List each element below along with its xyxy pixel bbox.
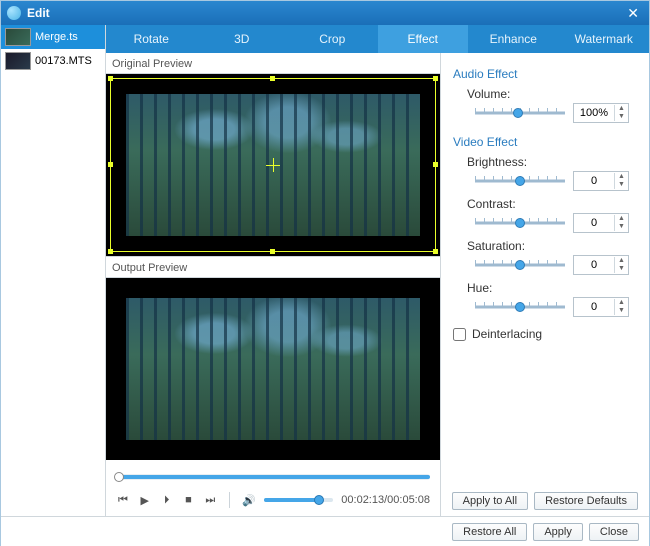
file-name: Merge.ts [35,31,78,43]
video-frame [126,298,420,440]
file-thumb [5,52,31,70]
time-display: 00:02:13/00:05:08 [341,494,430,506]
hue-label: Hue: [467,281,637,295]
tab-enhance[interactable]: Enhance [468,25,559,53]
spin-up-icon[interactable]: ▲ [615,215,628,223]
restore-defaults-button[interactable]: Restore Defaults [534,492,638,510]
effect-panel: Audio Effect Volume: ▲▼ Video Effect Bri… [441,53,649,516]
saturation-label: Saturation: [467,239,637,253]
file-item-00173[interactable]: 00173.MTS [1,49,105,73]
volume-effect-slider[interactable] [475,106,565,120]
tab-bar: Rotate 3D Crop Effect Enhance Watermark [106,25,649,53]
volume-spin[interactable]: ▲▼ [573,103,629,123]
brightness-label: Brightness: [467,155,637,169]
volume-input[interactable] [574,107,614,119]
hue-slider[interactable] [475,300,565,314]
hue-input[interactable] [574,301,614,313]
timeline-slider[interactable] [116,474,430,480]
playback-controls: ⏮ ▶ ⏵ ■ ⏭ 🔊 00:02:13/00:05:08 [106,490,440,516]
spin-down-icon[interactable]: ▼ [615,307,628,315]
deinterlace-label: Deinterlacing [472,327,542,341]
tab-watermark[interactable]: Watermark [559,25,650,53]
audio-effect-title: Audio Effect [453,67,637,81]
saturation-input[interactable] [574,259,614,271]
video-effect-title: Video Effect [453,135,637,149]
hue-spin[interactable]: ▲▼ [573,297,629,317]
saturation-slider[interactable] [475,258,565,272]
apply-button[interactable]: Apply [533,523,583,541]
next-button[interactable]: ⏵ [160,494,174,507]
volume-slider[interactable] [264,498,333,502]
volume-icon[interactable]: 🔊 [242,494,256,507]
tab-rotate[interactable]: Rotate [106,25,197,53]
contrast-slider[interactable] [475,216,565,230]
tab-effect[interactable]: Effect [378,25,469,53]
spin-down-icon[interactable]: ▼ [615,113,628,121]
volume-label: Volume: [467,87,637,101]
spin-up-icon[interactable]: ▲ [615,173,628,181]
original-preview[interactable] [106,74,440,256]
file-item-merge[interactable]: Merge.ts [1,25,105,49]
bottom-bar: Restore All Apply Close [1,516,649,546]
contrast-spin[interactable]: ▲▼ [573,213,629,233]
output-preview[interactable] [106,278,440,460]
brightness-slider[interactable] [475,174,565,188]
output-preview-label: Output Preview [106,256,440,278]
play-button[interactable]: ▶ [138,494,152,507]
spin-up-icon[interactable]: ▲ [615,257,628,265]
spin-down-icon[interactable]: ▼ [615,223,628,231]
file-sidebar: Merge.ts 00173.MTS [1,25,106,516]
close-button[interactable]: Close [589,523,639,541]
next-frame-button[interactable]: ⏭ [203,494,217,507]
tab-crop[interactable]: Crop [287,25,378,53]
contrast-input[interactable] [574,217,614,229]
spin-down-icon[interactable]: ▼ [615,265,628,273]
window-title: Edit [27,6,623,20]
spin-down-icon[interactable]: ▼ [615,181,628,189]
brightness-input[interactable] [574,175,614,187]
deinterlace-checkbox[interactable] [453,328,466,341]
file-name: 00173.MTS [35,55,92,67]
app-icon [7,6,21,20]
contrast-label: Contrast: [467,197,637,211]
brightness-spin[interactable]: ▲▼ [573,171,629,191]
stop-button[interactable]: ■ [182,494,196,506]
titlebar: Edit ✕ [1,1,649,25]
close-icon[interactable]: ✕ [623,5,643,22]
spin-up-icon[interactable]: ▲ [615,299,628,307]
original-preview-label: Original Preview [106,53,440,74]
tab-3d[interactable]: 3D [197,25,288,53]
prev-frame-button[interactable]: ⏮ [116,494,130,507]
saturation-spin[interactable]: ▲▼ [573,255,629,275]
crosshair-icon [266,158,280,172]
apply-to-all-button[interactable]: Apply to All [452,492,528,510]
spin-up-icon[interactable]: ▲ [615,105,628,113]
restore-all-button[interactable]: Restore All [452,523,527,541]
file-thumb [5,28,31,46]
